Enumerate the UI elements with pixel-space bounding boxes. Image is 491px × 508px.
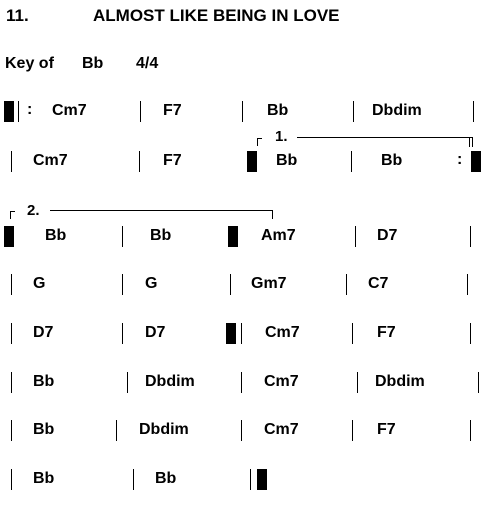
chord: Am7 [261,227,296,244]
barline [241,372,242,393]
chord: D7 [33,324,54,341]
barline [230,274,231,295]
first-ending-label: 1. [275,128,288,145]
second-ending-tick [10,211,11,219]
barline [122,226,123,247]
chord: Bb [150,227,172,244]
chord: Dbdim [372,102,422,119]
barline [11,372,12,393]
barline [242,101,243,122]
chord: Bb [33,373,55,390]
chord: F7 [377,421,396,438]
chord: G [33,275,46,292]
start-repeat-colon: : [27,101,33,118]
chord: F7 [377,324,396,341]
barline [351,151,352,172]
barline [355,226,356,247]
key-label: Key of [5,55,54,72]
chord: Gm7 [251,275,287,292]
barline [352,420,353,441]
chord: Cm7 [52,102,87,119]
barline [470,323,471,344]
chord: Bb [45,227,67,244]
chord: Bb [155,470,177,487]
barline [116,420,117,441]
end-repeat-colon: : [457,151,463,168]
first-ending-bracket [297,137,473,138]
first-ending-end-tick-double [472,137,473,147]
second-ending-bracket [50,210,273,211]
chord: Bb [381,152,403,169]
barline [353,101,354,122]
section-thick-bar [247,151,257,172]
key-value: Bb [82,55,104,72]
chord: Bb [33,470,55,487]
second-ending-label: 2. [27,202,40,219]
barline [478,372,479,393]
barline [470,226,471,247]
barline [11,469,12,490]
barline [470,420,471,441]
chord: Cm7 [264,373,299,390]
barline [467,274,468,295]
final-barline-thin [250,469,251,490]
first-ending-tick [257,138,258,146]
start-repeat-thick-bar [4,101,14,122]
barline [11,323,12,344]
chord: G [145,275,158,292]
barline [140,101,141,122]
chord: F7 [163,102,182,119]
barline [139,151,140,172]
chord: Bb [33,421,55,438]
start-repeat-thin-bar [18,101,19,122]
chord: Dbdim [145,373,195,390]
chord: Bb [276,152,298,169]
final-barline-thick [257,469,267,490]
barline [122,323,123,344]
barline [11,274,12,295]
barline [241,420,242,441]
barline [11,151,12,172]
first-ending-bracket-top-short [257,138,262,139]
barline [352,323,353,344]
chord: D7 [377,227,398,244]
second-ending-bracket-top-short [10,211,15,212]
chord: C7 [368,275,389,292]
time-signature: 4/4 [136,55,159,72]
chord: D7 [145,324,166,341]
barline [473,101,474,122]
barline [241,323,242,344]
first-ending-end-tick [469,137,470,147]
chord: Cm7 [265,324,300,341]
song-number: 11. [6,6,29,25]
end-repeat-thick-bar [471,151,481,172]
barline [122,274,123,295]
barline [346,274,347,295]
barline [127,372,128,393]
second-ending-end-tick [272,210,273,219]
chord: Dbdim [139,421,189,438]
section-thick-bar [4,226,14,247]
chord: Cm7 [33,152,68,169]
chord: F7 [163,152,182,169]
section-thick-bar [228,226,238,247]
chord: Cm7 [264,421,299,438]
barline [133,469,134,490]
section-thick-bar [226,323,236,344]
barline [357,372,358,393]
barline [11,420,12,441]
chord: Bb [267,102,289,119]
chord: Dbdim [375,373,425,390]
song-title: ALMOST LIKE BEING IN LOVE [93,6,340,25]
